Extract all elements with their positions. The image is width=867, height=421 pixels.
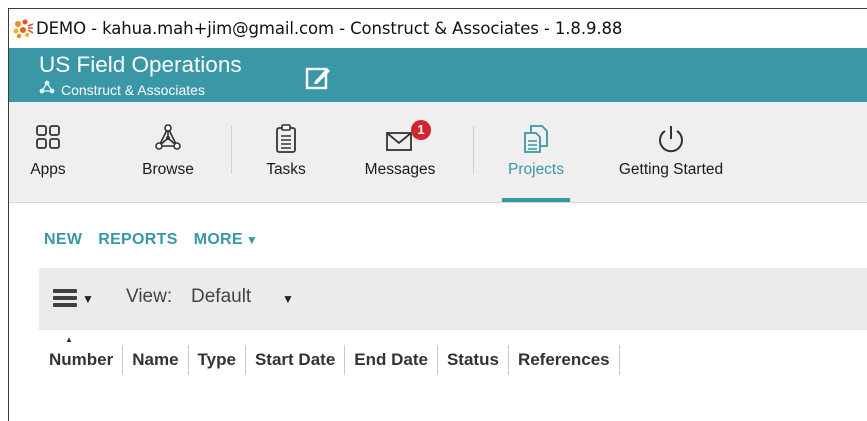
caret-down-icon: ▼: [245, 233, 259, 247]
nav-tasks-label: Tasks: [266, 161, 306, 178]
column-header-references[interactable]: References: [509, 345, 620, 375]
view-select[interactable]: Default: [191, 286, 251, 308]
nav-projects-label: Projects: [508, 161, 564, 178]
menu-icon[interactable]: [53, 289, 77, 307]
domain-title[interactable]: US Field Operations: [39, 52, 242, 78]
network-icon: [39, 80, 55, 99]
column-header-label: Type: [197, 350, 236, 369]
toolbar-divider: [231, 126, 232, 174]
nav-apps-label: Apps: [30, 161, 66, 178]
column-header-start-date[interactable]: Start Date: [246, 345, 346, 375]
action-bar: NEW REPORTS MORE ▼: [44, 231, 274, 249]
nav-apps[interactable]: Apps: [23, 102, 73, 202]
column-header-end-date[interactable]: End Date: [345, 345, 438, 375]
power-icon: [654, 124, 688, 154]
table-header-row: ▲ Number Name Type Start Date End Date S…: [49, 336, 620, 376]
kahua-logo-icon: [12, 18, 34, 40]
clipboard-icon: [269, 124, 303, 154]
main-toolbar: Apps Browse Tasks 1 Messages Projects Ge…: [9, 102, 867, 203]
caret-down-icon[interactable]: ▼: [82, 292, 94, 306]
nav-getting-started-label: Getting Started: [618, 161, 724, 178]
projects-documents-icon: [519, 124, 553, 154]
column-header-type[interactable]: Type: [189, 345, 246, 375]
column-header-status[interactable]: Status: [438, 345, 509, 375]
envelope-icon: 1: [383, 120, 431, 154]
nav-projects[interactable]: Projects: [500, 102, 572, 202]
nav-messages-label: Messages: [364, 161, 436, 178]
messages-badge: 1: [411, 120, 431, 140]
active-tab-indicator: [502, 198, 570, 202]
apps-grid-icon: [31, 124, 65, 154]
more-label: MORE: [193, 231, 243, 248]
company-name: Construct & Associates: [61, 81, 205, 98]
nav-getting-started[interactable]: Getting Started: [610, 102, 732, 202]
column-header-number[interactable]: ▲ Number: [49, 336, 124, 375]
column-header-label: Status: [446, 350, 499, 369]
nav-tasks[interactable]: Tasks: [261, 102, 311, 202]
more-button[interactable]: MORE ▼: [194, 231, 258, 249]
window-titlebar[interactable]: DEMO - kahua.mah+jim@gmail.com - Constru…: [9, 9, 867, 48]
sort-ascending-icon: ▲: [65, 335, 73, 344]
new-button[interactable]: NEW: [44, 231, 82, 249]
column-header-label: Start Date: [254, 350, 336, 369]
toolbar-divider: [473, 126, 474, 174]
nav-browse[interactable]: Browse: [133, 102, 203, 202]
nav-browse-label: Browse: [142, 161, 194, 178]
column-header-label: References: [517, 350, 610, 369]
app-window: DEMO - kahua.mah+jim@gmail.com - Constru…: [8, 8, 867, 421]
view-bar: ▼ View: Default ▼: [39, 268, 867, 330]
edit-icon[interactable]: [305, 65, 331, 91]
reports-button[interactable]: REPORTS: [98, 231, 177, 249]
company-row[interactable]: Construct & Associates: [39, 80, 205, 99]
window-title: DEMO - kahua.mah+jim@gmail.com - Constru…: [36, 19, 623, 38]
app-header: US Field Operations Construct & Associat…: [9, 48, 867, 102]
column-header-label: Name: [132, 350, 179, 369]
view-label: View:: [126, 286, 173, 307]
column-header-label: End Date: [354, 350, 428, 369]
column-header-name[interactable]: Name: [123, 345, 189, 375]
nav-messages[interactable]: 1 Messages: [356, 102, 444, 202]
view-dropdown-caret-icon[interactable]: ▼: [282, 292, 294, 306]
column-header-label: Number: [49, 350, 114, 369]
browse-network-icon: [151, 124, 185, 154]
